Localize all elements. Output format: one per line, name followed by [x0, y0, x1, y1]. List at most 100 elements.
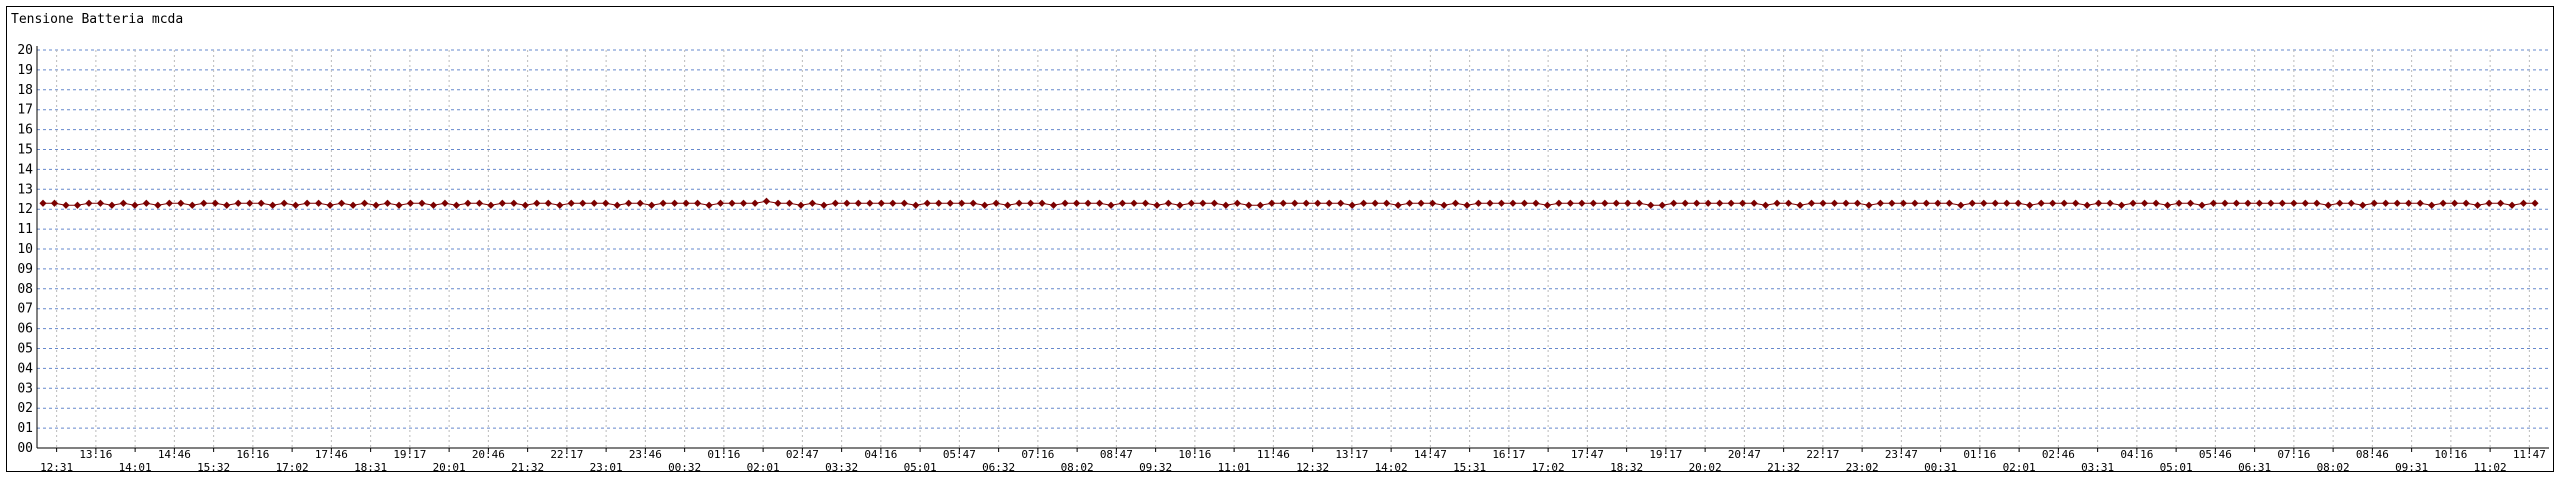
data-point: [877, 199, 885, 207]
y-tick-label: 11: [17, 222, 33, 237]
y-tick-label: 05: [17, 342, 33, 357]
data-point: [636, 199, 644, 207]
series-voltage: [39, 197, 2539, 209]
data-point: [2129, 199, 2137, 207]
data-point: [544, 199, 552, 207]
data-point: [981, 201, 989, 209]
x-tick-label: 00:32: [668, 461, 701, 471]
data-point: [2037, 199, 2045, 207]
data-point: [2485, 199, 2493, 207]
y-tick-label: 08: [17, 282, 33, 297]
data-point: [2439, 199, 2447, 207]
data-point: [820, 201, 828, 209]
data-point: [1761, 201, 1770, 209]
x-tick-label: 19:17: [1649, 448, 1682, 461]
x-tick-label: 09:31: [2395, 461, 2428, 471]
data-point: [475, 199, 483, 207]
grid-layer: [37, 49, 2549, 448]
x-tick-label: 02:46: [2042, 448, 2075, 461]
data-point: [1876, 199, 1885, 207]
x-tick-label: 20:47: [1728, 448, 1761, 461]
data-point: [2060, 199, 2068, 207]
data-point: [177, 199, 185, 207]
data-point: [349, 201, 357, 209]
data-point: [1520, 199, 1529, 207]
data-point: [1543, 201, 1551, 209]
x-tick-label: 02:01: [747, 461, 780, 471]
data-point: [487, 201, 495, 209]
data-point: [2267, 199, 2275, 207]
data-point: [1325, 199, 1333, 207]
y-tick-label: 19: [17, 63, 33, 78]
data-point: [1130, 199, 1138, 207]
x-tick-label: 08:47: [1100, 448, 1133, 461]
data-point: [1474, 199, 1483, 207]
x-tick-label: 03:32: [825, 461, 858, 471]
data-point: [280, 199, 288, 207]
data-point: [935, 199, 943, 207]
data-point: [1004, 201, 1012, 209]
data-point: [1716, 199, 1724, 207]
x-tick-label: 21:32: [1767, 461, 1800, 471]
data-point: [2370, 199, 2378, 207]
data-point: [2496, 199, 2505, 207]
data-point: [1532, 199, 1540, 207]
x-tick-label: 10:16: [1178, 448, 1211, 461]
data-point: [854, 199, 862, 207]
data-point: [912, 201, 920, 209]
data-point: [1314, 199, 1322, 207]
data-point: [315, 199, 323, 207]
x-tick-labels: 12:31 13:16 14:01 14:46 15:32 16:16 17:02 17:46…: [40, 448, 2546, 471]
x-tick-label: 05:01: [904, 461, 937, 471]
data-point: [2003, 199, 2011, 207]
x-tick-label: 04:16: [864, 448, 897, 461]
data-point: [2232, 199, 2241, 207]
x-tick-label: 23:46: [629, 448, 662, 461]
data-point: [269, 201, 277, 209]
x-tick-label: 14:01: [119, 461, 152, 471]
data-point: [1118, 199, 1127, 207]
data-point: [2416, 199, 2424, 207]
data-point: [2014, 199, 2022, 207]
data-point: [866, 199, 874, 207]
data-point: [671, 199, 679, 207]
y-tick-label: 07: [17, 302, 33, 317]
data-point: [2290, 199, 2298, 207]
x-tick-label: 16:16: [236, 448, 269, 461]
data-point: [716, 199, 725, 207]
data-point: [1647, 201, 1655, 209]
data-point: [1566, 199, 1574, 207]
data-point: [900, 199, 908, 207]
data-point: [1164, 199, 1173, 207]
x-tick-label: 22:17: [1806, 448, 1839, 461]
data-point: [154, 201, 162, 209]
y-tick-label: 09: [17, 262, 33, 277]
data-point: [1957, 201, 1965, 209]
x-tick-label: 09:32: [1139, 461, 1172, 471]
x-tick-label: 11:47: [2513, 448, 2546, 461]
data-point: [119, 199, 127, 207]
data-point: [211, 199, 219, 207]
x-tick-label: 18:32: [1610, 461, 1643, 471]
data-point: [648, 201, 656, 209]
data-point: [2519, 199, 2528, 207]
data-point: [1394, 201, 1402, 209]
data-point: [1279, 199, 1287, 207]
x-tick-label: 23:01: [590, 461, 623, 471]
data-point: [762, 197, 771, 205]
y-tick-label: 06: [17, 322, 33, 337]
y-tick-label: 03: [17, 381, 33, 396]
data-point: [843, 199, 851, 207]
data-point: [2382, 199, 2390, 207]
data-point: [659, 199, 667, 207]
data-point: [2117, 201, 2126, 209]
data-point: [2313, 199, 2321, 207]
data-point: [1084, 199, 1092, 207]
data-point: [2198, 201, 2206, 209]
y-tick-label: 13: [17, 182, 33, 197]
data-point: [533, 199, 541, 207]
data-point: [2072, 199, 2080, 207]
x-tick-label: 12:31: [40, 461, 73, 471]
x-tick-label: 07:16: [2277, 448, 2310, 461]
x-tick-label: 03:31: [2081, 461, 2114, 471]
